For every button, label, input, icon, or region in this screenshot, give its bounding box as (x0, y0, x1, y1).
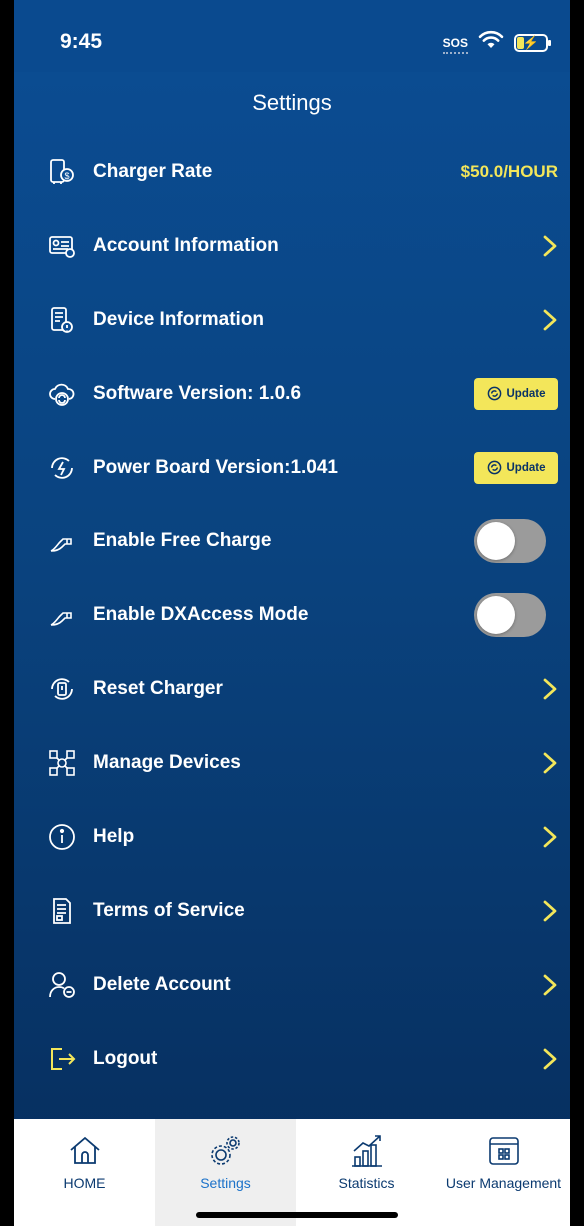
power-board-version-label: Power Board Version:1.041 (93, 456, 338, 478)
reset-charger-row[interactable]: Reset Charger (14, 652, 570, 726)
charger-rate-row: $ Charger Rate $50.0/HOUR (14, 135, 570, 209)
chevron-right-icon (542, 826, 558, 848)
free-charge-toggle[interactable] (474, 519, 546, 564)
document-icon (48, 897, 76, 925)
chevron-right-icon (542, 900, 558, 922)
chevron-right-icon (542, 309, 558, 331)
power-board-update-label: Update (506, 461, 546, 474)
gears-icon (208, 1133, 244, 1169)
wifi-icon (478, 30, 504, 55)
refresh-icon (487, 386, 501, 401)
logout-icon (48, 1045, 76, 1073)
charging-plug-icon (48, 601, 76, 629)
tab-statistics[interactable]: Statistics (296, 1119, 437, 1226)
power-board-version-row: Power Board Version:1.041 Update (14, 431, 570, 505)
svg-text:$: $ (64, 171, 69, 181)
chevron-right-icon (542, 235, 558, 257)
toggle-knob (477, 522, 515, 561)
phone-frame: 9:45 SOS ⚡ Settings $ Charger Rate $50.0… (0, 0, 584, 1226)
home-indicator[interactable] (196, 1212, 398, 1218)
account-information-label: Account Information (93, 234, 279, 256)
software-update-button[interactable]: Update (474, 377, 558, 410)
free-charge-label: Enable Free Charge (93, 530, 272, 552)
help-label: Help (93, 825, 135, 847)
refresh-icon (487, 460, 501, 475)
cloud-sync-icon (48, 380, 76, 408)
tab-settings-label: Settings (200, 1175, 251, 1191)
chevron-right-icon (542, 752, 558, 774)
tab-statistics-label: Statistics (338, 1175, 395, 1191)
user-remove-icon (48, 971, 76, 999)
software-version-label: Software Version: 1.0.6 (93, 382, 302, 404)
free-charge-row: Enable Free Charge (14, 504, 570, 578)
home-icon (67, 1133, 103, 1169)
logout-row[interactable]: Logout (14, 1022, 570, 1096)
device-information-row[interactable]: Device Information (14, 283, 570, 357)
status-icons: SOS ⚡ (442, 30, 551, 55)
account-card-icon (48, 232, 76, 260)
devices-network-icon (48, 749, 76, 777)
power-board-update-button[interactable]: Update (474, 451, 558, 484)
settings-list: $ Charger Rate $50.0/HOUR Account Inform… (14, 135, 570, 1096)
charger-rate-label: Charger Rate (93, 160, 213, 182)
software-version-row: Software Version: 1.0.6 Update (14, 357, 570, 431)
delete-account-row[interactable]: Delete Account (14, 948, 570, 1022)
software-update-label: Update (506, 387, 546, 400)
chevron-right-icon (542, 974, 558, 996)
chevron-right-icon (542, 1048, 558, 1070)
device-information-label: Device Information (93, 308, 265, 330)
charging-plug-icon (48, 527, 76, 555)
charger-rate-icon: $ (48, 158, 76, 186)
tab-user-management[interactable]: User Management (437, 1119, 570, 1226)
logout-label: Logout (93, 1047, 158, 1069)
charger-rate-value: $50.0/HOUR (460, 161, 558, 181)
battery-charging-icon: ⚡ (522, 34, 540, 50)
help-row[interactable]: Help (14, 800, 570, 874)
manage-devices-label: Manage Devices (93, 752, 241, 774)
power-refresh-icon (48, 454, 76, 482)
device-info-icon (48, 306, 76, 334)
dxaccess-mode-label: Enable DXAccess Mode (93, 604, 309, 626)
status-time: 9:45 (60, 30, 103, 53)
terms-of-service-row[interactable]: Terms of Service (14, 874, 570, 948)
tab-settings[interactable]: Settings (155, 1119, 296, 1226)
status-bar: 9:45 SOS ⚡ (14, 0, 570, 72)
delete-account-label: Delete Account (93, 973, 231, 995)
statistics-icon (349, 1133, 385, 1169)
sos-indicator: SOS (442, 35, 469, 54)
terms-of-service-label: Terms of Service (93, 899, 245, 921)
reset-charger-label: Reset Charger (93, 678, 223, 700)
tab-bar: HOME Settings Statistics User Management (14, 1119, 570, 1226)
account-information-row[interactable]: Account Information (14, 209, 570, 283)
dxaccess-mode-toggle[interactable] (474, 593, 546, 638)
tab-home-label: HOME (63, 1175, 106, 1191)
tab-home[interactable]: HOME (14, 1119, 155, 1226)
page-title: Settings (252, 90, 332, 115)
settings-screen: 9:45 SOS ⚡ Settings $ Charger Rate $50.0… (14, 0, 570, 1226)
info-icon (48, 823, 76, 851)
battery-icon: ⚡ (514, 33, 551, 52)
toggle-knob (477, 596, 515, 635)
tab-user-management-label: User Management (445, 1175, 562, 1191)
manage-devices-row[interactable]: Manage Devices (14, 726, 570, 800)
dxaccess-mode-row: Enable DXAccess Mode (14, 578, 570, 652)
chevron-right-icon (542, 678, 558, 700)
reset-charger-icon (48, 675, 76, 703)
user-management-icon (486, 1133, 522, 1169)
